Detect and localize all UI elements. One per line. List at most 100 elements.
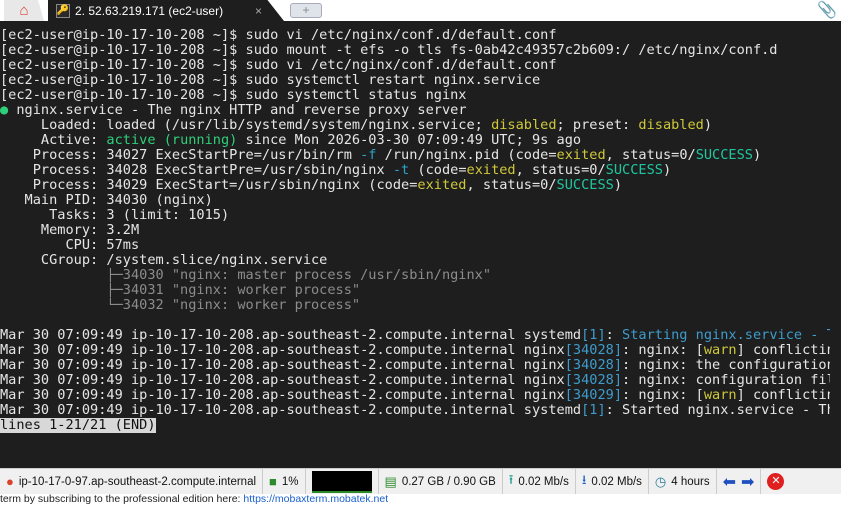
terminal-line: ● nginx.service - The nginx HTTP and rev… <box>0 103 830 118</box>
home-icon: ⌂ <box>19 2 29 19</box>
terminal-text: /run/nginx.pid (code= <box>376 148 557 163</box>
cpu-graph <box>311 470 372 493</box>
cpu-usage: 1% <box>281 475 299 488</box>
terminal-text: : nginx: configuration fil <box>622 373 830 388</box>
status-dot-icon: ● <box>0 103 9 118</box>
home-tab[interactable]: ⌂ <box>4 0 44 21</box>
terminal-line: Active: active (running) since Mon 2026-… <box>0 133 830 148</box>
terminal-text: warn <box>703 343 737 358</box>
download-rate: 0.02 Mb/s <box>591 475 642 488</box>
status-bar: ● ip-10-17-0-97.ap-southeast-2.compute.in… <box>0 468 841 494</box>
terminal-text: ] conflictin <box>736 388 830 403</box>
terminal-line: Mar 30 07:09:49 ip-10-17-10-208.ap-south… <box>0 343 830 358</box>
terminal-text: [34028] <box>564 358 623 373</box>
upload-rate: 0.02 Mb/s <box>518 475 569 488</box>
terminal-line: Process: 34028 ExecStartPre=/usr/sbin/ng… <box>0 163 830 178</box>
tab-title: 2. 52.63.219.171 (ec2-user) <box>75 3 224 18</box>
terminal-text: [ec2-user@ip-10-17-10-208 ~]$ sudo syste… <box>0 88 467 103</box>
terminal-text: [1] <box>581 403 606 418</box>
terminal-text: Starting nginx.service - T <box>622 328 830 343</box>
new-tab-button[interactable]: + <box>290 3 322 18</box>
terminal-text: warn <box>703 388 737 403</box>
terminal-line: Main PID: 34030 (nginx) <box>0 193 830 208</box>
nav-segment: ⬅ ➡ <box>717 469 762 494</box>
terminal-text: Main PID: 34030 (nginx) <box>0 193 213 208</box>
terminal-text: [34028] <box>564 373 623 388</box>
terminal-text: [1] <box>581 328 606 343</box>
terminal-text: : Started nginx.service - Th <box>605 403 830 418</box>
terminal-text: CPU: 57ms <box>0 238 140 253</box>
uptime-segment: ◷ 4 hours <box>649 469 717 494</box>
terminal-text: CGroup: /system.slice/nginx.service <box>0 253 328 268</box>
upload-icon: ⭱ <box>508 471 514 487</box>
terminal-line: ├─34031 "nginx: worker process" <box>0 283 830 298</box>
footer-text: term by subscribing to the professional … <box>0 494 244 505</box>
terminal-output[interactable]: [ec2-user@ip-10-17-10-208 ~]$ sudo vi /e… <box>0 28 830 433</box>
terminal-text: ) <box>662 163 672 178</box>
terminal-scrollbar[interactable] <box>830 21 841 466</box>
memory-icon: ▤ <box>384 473 397 489</box>
terminal-text: active (running) <box>106 133 238 148</box>
terminal-line: Mar 30 07:09:49 ip-10-17-10-208.ap-south… <box>0 388 830 403</box>
terminal-text: SUCCESS <box>605 163 663 178</box>
terminal-text: ; preset: <box>556 118 639 133</box>
host-name: ip-10-17-0-97.ap-southeast-2.compute.int… <box>18 475 257 488</box>
memory-usage: 0.27 GB / 0.90 GB <box>401 475 496 488</box>
terminal-text: SUCCESS <box>556 178 614 193</box>
cpu-segment: ■ 1% <box>263 469 306 494</box>
terminal-text: since Mon 2026-03-30 07:09:49 UTC; 9s ag… <box>237 133 582 148</box>
cpu-graph-segment <box>306 469 379 494</box>
terminal-text: : nginx: [ <box>622 388 704 403</box>
terminal-text: ├─34030 "nginx: master process /usr/sbin… <box>0 268 492 283</box>
close-icon[interactable]: ✕ <box>767 473 785 490</box>
terminal-text: nginx.service - The nginx HTTP and rever… <box>8 103 467 118</box>
terminal-line: Mar 30 07:09:49 ip-10-17-10-208.ap-south… <box>0 403 830 418</box>
terminal-text: Loaded: loaded (/usr/lib/systemd/system/… <box>0 118 492 133</box>
terminal-text: [ec2-user@ip-10-17-10-208 ~]$ sudo vi /e… <box>0 58 557 73</box>
terminal-text: Mar 30 07:09:49 ip-10-17-10-208.ap-south… <box>0 388 565 403</box>
close-segment: ✕ <box>761 469 790 494</box>
terminal-text: disabled <box>491 118 557 133</box>
uptime: 4 hours <box>671 475 710 488</box>
terminal-line: └─34032 "nginx: worker process" <box>0 298 830 313</box>
cpu-icon: ■ <box>269 474 277 489</box>
arrow-right-icon[interactable]: ➡ <box>741 472 754 492</box>
terminal-text: Mar 30 07:09:49 ip-10-17-10-208.ap-south… <box>0 358 565 373</box>
terminal-text: [ec2-user@ip-10-17-10-208 ~]$ sudo vi /e… <box>0 28 557 43</box>
download-icon: ⭳ <box>581 471 587 487</box>
terminal-text: Mar 30 07:09:49 ip-10-17-10-208.ap-south… <box>0 328 582 343</box>
terminal-line: [ec2-user@ip-10-17-10-208 ~]$ sudo vi /e… <box>0 28 830 43</box>
terminal-line: Mar 30 07:09:49 ip-10-17-10-208.ap-south… <box>0 373 830 388</box>
terminal-line: Loaded: loaded (/usr/lib/systemd/system/… <box>0 118 830 133</box>
paperclip-icon[interactable]: 📎 <box>817 0 837 20</box>
arrow-left-icon[interactable]: ⬅ <box>723 472 736 492</box>
session-tab[interactable]: 🔑 2. 52.63.219.171 (ec2-user) × <box>48 0 284 21</box>
terminal-line: Memory: 3.2M <box>0 223 830 238</box>
terminal-line: Tasks: 3 (limit: 1015) <box>0 208 830 223</box>
close-tab-button[interactable]: × <box>255 4 262 18</box>
terminal-line: Mar 30 07:09:49 ip-10-17-10-208.ap-south… <box>0 358 830 373</box>
terminal-line: lines 1-21/21 (END) <box>0 418 830 433</box>
terminal-text: Mar 30 07:09:49 ip-10-17-10-208.ap-south… <box>0 373 565 388</box>
terminal-text: exited <box>417 178 467 193</box>
host-segment[interactable]: ● ip-10-17-0-97.ap-southeast-2.compute.in… <box>0 469 264 494</box>
terminal-line: CGroup: /system.slice/nginx.service <box>0 253 830 268</box>
server-icon: ● <box>6 474 14 489</box>
terminal-line: [ec2-user@ip-10-17-10-208 ~]$ sudo syste… <box>0 73 830 88</box>
terminal-text: Process: 34029 ExecStart=/usr/sbin/nginx… <box>0 178 418 193</box>
terminal-line: [ec2-user@ip-10-17-10-208 ~]$ sudo mount… <box>0 43 830 58</box>
terminal-line: [ec2-user@ip-10-17-10-208 ~]$ sudo vi /e… <box>0 58 830 73</box>
terminal-text: , status=0/ <box>515 163 606 178</box>
terminal-text: -f <box>360 148 377 163</box>
terminal-text: : nginx: the configuration <box>622 358 830 373</box>
terminal-line: Process: 34027 ExecStartPre=/usr/bin/rm … <box>0 148 830 163</box>
terminal-text: Process: 34028 ExecStartPre=/usr/sbin/ng… <box>0 163 393 178</box>
terminal-text: SUCCESS <box>695 148 753 163</box>
terminal-text: Memory: 3.2M <box>0 223 140 238</box>
terminal-line: Mar 30 07:09:49 ip-10-17-10-208.ap-south… <box>0 328 830 343</box>
terminal-text: disabled <box>638 118 704 133</box>
terminal-text: ] conflictin <box>736 343 830 358</box>
terminal-text: : <box>605 328 623 343</box>
footer-link[interactable]: https://mobaxterm.mobatek.net <box>243 494 388 505</box>
